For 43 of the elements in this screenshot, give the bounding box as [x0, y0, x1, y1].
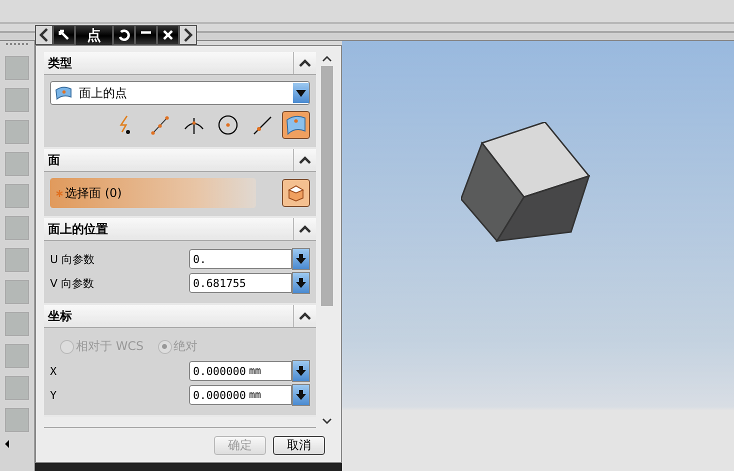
cube-icon — [287, 184, 305, 202]
surface-point-icon — [55, 86, 73, 100]
section-header[interactable]: 面上的位置 — [44, 218, 316, 241]
close-button[interactable] — [157, 25, 179, 45]
section-title: 坐标 — [46, 308, 72, 324]
undo-icon — [118, 29, 130, 41]
coordinate-field[interactable]: 0.000000 mm — [189, 361, 292, 381]
section-header[interactable]: 面 — [44, 149, 316, 172]
scroll-left-icon[interactable] — [4, 440, 10, 448]
select-button[interactable] — [53, 25, 75, 45]
coordinate-label: Y — [50, 388, 58, 402]
face-select-button[interactable] — [282, 179, 310, 207]
coordinate-label: X — [50, 364, 58, 378]
select-face-field[interactable]: 选择面 (0) — [50, 178, 256, 208]
chevron-right-icon — [183, 28, 193, 42]
minimize-button[interactable] — [135, 25, 157, 45]
coordinate-field[interactable]: 0.000000 mm — [189, 385, 292, 405]
dialog-title: 点 — [75, 25, 113, 47]
caret-icon — [299, 225, 311, 233]
section-title: 类型 — [47, 54, 72, 72]
scroll-down-icon[interactable] — [322, 418, 332, 424]
back-button[interactable] — [35, 25, 53, 45]
close-icon — [162, 29, 174, 41]
arrow-icon — [58, 29, 70, 41]
asterisk-icon — [56, 190, 63, 196]
reset-button[interactable] — [113, 25, 135, 45]
forward-button[interactable] — [179, 25, 197, 45]
parameter-field[interactable]: 0.681755 — [189, 273, 292, 293]
type-dropdown[interactable]: 面上的点 — [50, 81, 310, 105]
section-title: 面上的位置 — [47, 220, 108, 238]
caret-icon — [299, 59, 311, 67]
section-header[interactable]: 坐标 — [44, 305, 316, 328]
parameter-label: U 向参数 — [50, 252, 96, 266]
chevron-left-icon — [39, 28, 49, 42]
parameter-label: V 向参数 — [50, 276, 96, 290]
dialog-button[interactable]: 取消 — [273, 436, 325, 454]
section-header[interactable]: 类型 — [44, 52, 316, 75]
section-title: 面 — [47, 152, 60, 168]
parameter-field[interactable]: 0. — [189, 249, 292, 269]
minimize-icon — [140, 30, 152, 34]
caret-icon — [299, 312, 311, 320]
caret-icon — [299, 156, 311, 164]
scroll-up-icon[interactable] — [322, 56, 332, 62]
